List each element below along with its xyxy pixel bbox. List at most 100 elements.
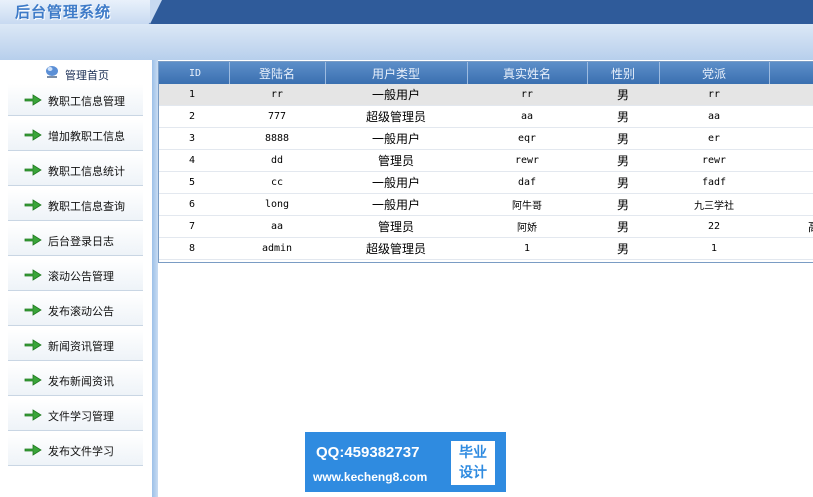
sidebar-item[interactable]: 发布滚动公告 — [8, 294, 143, 326]
globe-icon — [46, 66, 58, 78]
cell-login: 8888 — [229, 127, 325, 150]
arrow-icon — [24, 199, 42, 211]
arrow-icon — [24, 234, 42, 246]
table-header-row: ID 登陆名 用户类型 真实姓名 性别 党派 — [159, 62, 813, 84]
sidebar-item-label: 教职工信息管理 — [48, 95, 125, 108]
sub-header-bar — [0, 24, 813, 60]
column-header-extra[interactable] — [769, 62, 813, 84]
table-row[interactable]: 4 dd 管理员 rewr 男 rewr — [159, 149, 813, 172]
cell-real-name: 1 — [467, 237, 587, 260]
sidebar-item[interactable]: 增加教职工信息 — [8, 119, 143, 151]
sidebar-item-label: 发布文件学习 — [48, 445, 114, 458]
cell-extra — [769, 105, 813, 128]
cell-real-name: daf — [467, 171, 587, 194]
table-row[interactable]: 5 cc 一般用户 daf 男 fadf — [159, 171, 813, 194]
arrow-icon — [24, 409, 42, 421]
column-header-party[interactable]: 党派 — [659, 62, 770, 84]
cell-extra — [769, 237, 813, 260]
table-row[interactable]: 2 777 超级管理员 aa 男 aa — [159, 105, 813, 128]
watermark-url: www.kecheng8.com — [313, 470, 428, 484]
sidebar-item-label: 管理首页 — [65, 69, 109, 82]
table-row[interactable]: 6 long 一般用户 阿牛哥男九三学社 — [159, 193, 813, 216]
sidebar-item-label: 发布新闻资讯 — [48, 375, 114, 388]
column-header-id[interactable]: ID — [159, 62, 230, 84]
title-tab: 后台管理系统 — [0, 0, 162, 24]
cell-extra: 高 — [769, 215, 813, 238]
cell-user-type: 超级管理员 — [325, 237, 467, 260]
cell-user-type: 管理员 — [325, 149, 467, 172]
cell-user-type: 一般用户 — [325, 193, 467, 216]
watermark-qq: QQ:459382737 — [316, 444, 420, 461]
staff-table: ID 登陆名 用户类型 真实姓名 性别 党派 1 rr 一般用户 rr 男 rr 2 777 超… — [158, 61, 813, 263]
sidebar-item-label: 增加教职工信息 — [48, 130, 125, 143]
arrow-icon — [24, 164, 42, 176]
cell-gender: 男 — [587, 105, 659, 128]
sidebar: 管理首页 教职工信息管理 增加教职工信息 教职工信息统计 教职工信息查询 后台登录日志滚… — [0, 60, 152, 497]
watermark-banner: QQ:459382737 www.kecheng8.com 毕业 设计 — [305, 432, 506, 492]
cell-id: 3 — [159, 127, 229, 150]
arrow-icon — [24, 444, 42, 456]
cell-login: 777 — [229, 105, 325, 128]
cell-user-type: 一般用户 — [325, 127, 467, 150]
cell-party: er — [659, 127, 769, 150]
sidebar-item[interactable]: 文件学习管理 — [8, 399, 143, 431]
cell-party: fadf — [659, 171, 769, 194]
sidebar-item-label: 文件学习管理 — [48, 410, 114, 423]
sidebar-item[interactable]: 教职工信息查询 — [8, 189, 143, 221]
cell-extra — [769, 84, 813, 106]
sidebar-item-label: 教职工信息统计 — [48, 165, 125, 178]
app-title: 后台管理系统 — [15, 3, 112, 21]
sidebar-item[interactable]: 滚动公告管理 — [8, 259, 143, 291]
cell-id: 2 — [159, 105, 229, 128]
arrow-icon — [24, 129, 42, 141]
cell-extra — [769, 127, 813, 150]
sidebar-item-label: 后台登录日志 — [48, 235, 114, 248]
column-header-user-type[interactable]: 用户类型 — [325, 62, 468, 84]
arrow-icon — [24, 339, 42, 351]
sidebar-item[interactable]: 发布文件学习 — [8, 434, 143, 466]
cell-gender: 男 — [587, 127, 659, 150]
cell-id: 6 — [159, 193, 229, 216]
table-row[interactable]: 3 8888 一般用户 eqr 男 er — [159, 127, 813, 150]
arrow-icon — [24, 269, 42, 281]
sidebar-item[interactable]: 教职工信息管理 — [8, 84, 143, 116]
cell-gender: 男 — [587, 84, 659, 106]
cell-id: 4 — [159, 149, 229, 172]
cell-real-name: rr — [467, 84, 587, 106]
cell-real-name: aa — [467, 105, 587, 128]
sidebar-item-label: 新闻资讯管理 — [48, 340, 114, 353]
sidebar-item[interactable]: 后台登录日志 — [8, 224, 143, 256]
table-row[interactable]: 1 rr 一般用户 rr 男 rr — [159, 84, 813, 106]
cell-real-name: rewr — [467, 149, 587, 172]
cell-user-type: 超级管理员 — [325, 105, 467, 128]
cell-user-type: 一般用户 — [325, 171, 467, 194]
sidebar-item[interactable]: 教职工信息统计 — [8, 154, 143, 186]
cell-extra — [769, 149, 813, 172]
cell-gender: 男 — [587, 215, 659, 238]
cell-login: rr — [229, 84, 325, 106]
cell-login: dd — [229, 149, 325, 172]
sidebar-item-label: 教职工信息查询 — [48, 200, 125, 213]
column-header-real-name[interactable]: 真实姓名 — [467, 62, 588, 84]
sidebar-item-home[interactable]: 管理首页 — [8, 64, 144, 84]
cell-real-name: 阿牛哥 — [467, 193, 587, 216]
sidebar-item-label: 发布滚动公告 — [48, 305, 114, 318]
cell-gender: 男 — [587, 149, 659, 172]
cell-extra — [769, 193, 813, 216]
table-row[interactable]: 7aa管理员阿娇男22高 — [159, 215, 813, 238]
column-header-gender[interactable]: 性别 — [587, 62, 660, 84]
cell-login: cc — [229, 171, 325, 194]
cell-party: 九三学社 — [659, 193, 769, 216]
cell-id: 5 — [159, 171, 229, 194]
table-row[interactable]: 8 admin 超级管理员 1 男 1 — [159, 237, 813, 260]
cell-id: 1 — [159, 84, 229, 106]
cell-user-type: 一般用户 — [325, 84, 467, 106]
cell-gender: 男 — [587, 193, 659, 216]
arrow-icon — [24, 304, 42, 316]
column-header-login[interactable]: 登陆名 — [229, 62, 326, 84]
sidebar-item[interactable]: 新闻资讯管理 — [8, 329, 143, 361]
sidebar-item[interactable]: 发布新闻资讯 — [8, 364, 143, 396]
cell-login: aa — [229, 215, 325, 238]
watermark-badge-line1: 毕业 — [459, 445, 487, 461]
cell-party: rr — [659, 84, 769, 106]
